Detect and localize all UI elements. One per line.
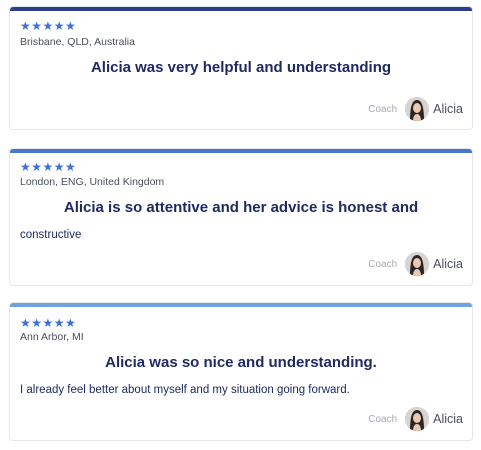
- coach-row: Coach Alicia: [368, 251, 463, 277]
- coach-name: Alicia: [433, 257, 463, 271]
- review-list: ★★★★★ Brisbane, QLD, Australia Alicia wa…: [0, 0, 481, 450]
- card-accent-bar: [10, 149, 472, 153]
- review-card: ★★★★★ Brisbane, QLD, Australia Alicia wa…: [9, 6, 473, 130]
- coach-row: Coach Alicia: [368, 96, 463, 122]
- review-headline: Alicia was very helpful and understandin…: [90, 59, 392, 76]
- reviewer-location: London, ENG, United Kingdom: [20, 176, 165, 188]
- coach-name: Alicia: [433, 102, 463, 116]
- review-body: I already feel better about myself and m…: [20, 384, 350, 396]
- star-rating: ★★★★★: [20, 19, 77, 33]
- coach-label: Coach: [368, 258, 398, 270]
- reviewer-location: Brisbane, QLD, Australia: [20, 36, 135, 48]
- coach-row: Coach Alicia: [368, 406, 463, 432]
- reviewer-location: Ann Arbor, MI: [20, 331, 84, 343]
- card-accent-bar: [10, 7, 472, 11]
- review-card: ★★★★★ Ann Arbor, MI Alicia was so nice a…: [9, 302, 473, 441]
- coach-label: Coach: [368, 413, 398, 425]
- avatar-icon: [405, 97, 430, 121]
- coach-name: Alicia: [433, 412, 463, 426]
- card-accent-bar: [10, 303, 472, 307]
- avatar-icon: [405, 407, 430, 431]
- avatar-icon: [405, 252, 430, 276]
- review-headline: Alicia is so attentive and her advice is…: [63, 199, 419, 216]
- review-card: ★★★★★ London, ENG, United Kingdom Alicia…: [9, 148, 473, 286]
- star-rating: ★★★★★: [20, 316, 77, 330]
- coach-label: Coach: [368, 103, 398, 115]
- star-rating: ★★★★★: [20, 160, 77, 174]
- review-body: constructive: [20, 229, 82, 241]
- review-headline: Alicia was so nice and understanding.: [105, 354, 377, 371]
